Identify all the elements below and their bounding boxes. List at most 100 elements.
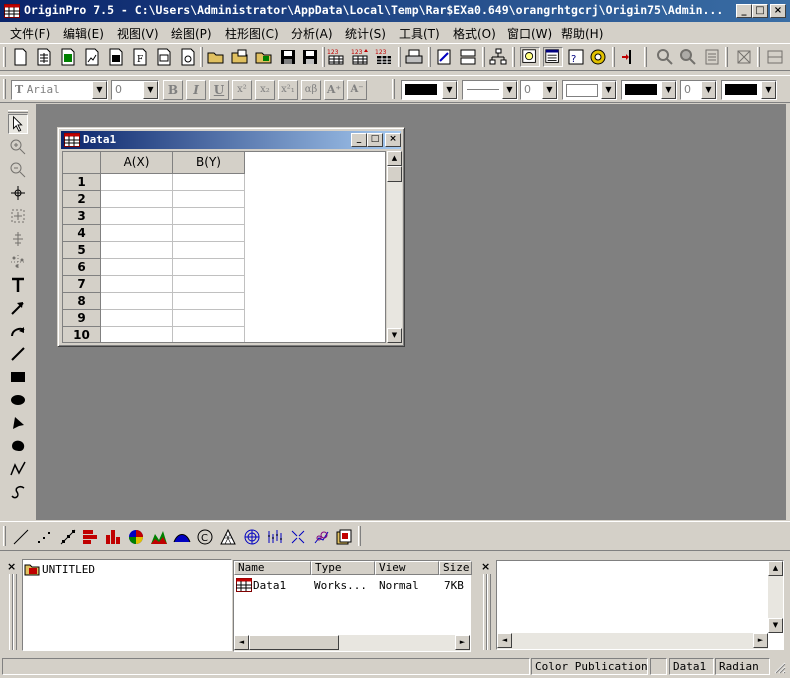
cell-b[interactable] xyxy=(173,276,245,293)
text-tool[interactable] xyxy=(8,275,28,295)
custom-routine-icon[interactable] xyxy=(588,47,608,67)
cell-b[interactable] xyxy=(173,259,245,276)
script-window-icon[interactable] xyxy=(543,47,563,67)
row-header[interactable]: 1 xyxy=(63,174,101,191)
cell-b[interactable] xyxy=(173,208,245,225)
draw-data-tool[interactable] xyxy=(8,252,28,272)
toolbar-grip[interactable] xyxy=(3,47,6,67)
toolbar-grip[interactable] xyxy=(757,47,760,67)
list-header-type[interactable]: Type xyxy=(311,561,375,575)
list-header-view[interactable]: View xyxy=(375,561,439,575)
polar-theta-icon[interactable] xyxy=(242,527,262,547)
minimize-button[interactable]: _ xyxy=(736,4,752,18)
cell-b[interactable] xyxy=(173,293,245,310)
worksheet-close-button[interactable]: × xyxy=(385,133,401,147)
refresh-icon[interactable] xyxy=(434,47,454,67)
project-file-list[interactable]: Name Type View Size Data1 Works... Norma… xyxy=(233,560,472,652)
cell-b[interactable] xyxy=(173,191,245,208)
cell-a[interactable] xyxy=(101,310,173,327)
cell-a[interactable] xyxy=(101,242,173,259)
new-notes-icon[interactable] xyxy=(178,47,198,67)
menu-window[interactable]: 窗口(W) xyxy=(507,25,552,42)
toolbar-grip[interactable] xyxy=(3,526,6,546)
bar-plot-icon[interactable] xyxy=(103,527,123,547)
scroll-down-arrow-icon[interactable]: ▼ xyxy=(768,618,783,633)
row-header[interactable]: 4 xyxy=(63,225,101,242)
line-symbol-plot-icon[interactable] xyxy=(58,527,78,547)
scroll-thumb[interactable] xyxy=(387,166,402,182)
scroll-up-arrow-icon[interactable]: ▲ xyxy=(768,561,783,576)
cell-a[interactable] xyxy=(101,327,173,342)
row-header[interactable]: 2 xyxy=(63,191,101,208)
data-selector-tool[interactable] xyxy=(8,206,28,226)
font-color-combo[interactable]: ▼ xyxy=(401,80,458,100)
data-reader-tool[interactable] xyxy=(8,229,28,249)
chevron-down-icon[interactable]: ▼ xyxy=(701,81,716,99)
row-header[interactable]: 10 xyxy=(63,327,101,342)
results-log-icon[interactable] xyxy=(520,47,540,67)
cell-a[interactable] xyxy=(101,293,173,310)
pattern-combo[interactable]: 0 ▼ xyxy=(680,80,717,100)
vector-plot-icon[interactable] xyxy=(288,527,308,547)
greek-button[interactable]: αβ xyxy=(301,80,321,100)
project-explorer-icon[interactable] xyxy=(488,47,508,67)
scroll-left-arrow-icon[interactable]: ◄ xyxy=(497,633,512,648)
folder-name[interactable]: UNTITLED xyxy=(42,563,95,576)
fill-area-icon[interactable] xyxy=(172,527,192,547)
superscript-button[interactable]: x² xyxy=(232,80,252,100)
menu-tools[interactable]: 工具(T) xyxy=(399,25,440,42)
menu-analysis[interactable]: 分析(A) xyxy=(291,25,333,42)
italic-button[interactable]: I xyxy=(186,80,206,100)
new-layout-icon[interactable] xyxy=(154,47,174,67)
cell-a[interactable] xyxy=(101,208,173,225)
toolbar-grip[interactable] xyxy=(8,110,28,113)
menu-view[interactable]: 视图(V) xyxy=(117,25,159,42)
row-header[interactable]: 7 xyxy=(63,276,101,293)
row-header[interactable]: 8 xyxy=(63,293,101,310)
zoom-out-tool[interactable] xyxy=(8,160,28,180)
scroll-up-arrow-icon[interactable]: ▲ xyxy=(387,151,402,166)
cell-a[interactable] xyxy=(101,191,173,208)
polar-plot-icon[interactable]: C xyxy=(195,527,215,547)
list-item[interactable]: Data1 Works... Normal 7KB xyxy=(234,577,470,593)
bubble-plot-icon[interactable] xyxy=(311,527,331,547)
pattern-color-combo[interactable]: ▼ xyxy=(621,80,677,100)
menu-column[interactable]: 柱形图(C) xyxy=(225,25,279,42)
template-library-icon[interactable] xyxy=(334,527,354,547)
subscript-button[interactable]: x₂ xyxy=(255,80,275,100)
decrease-font-button[interactable]: A⁻ xyxy=(347,80,367,100)
panel-grip[interactable]: × xyxy=(480,560,494,652)
column-header-b[interactable]: B(Y) xyxy=(173,152,245,174)
pointer-tool[interactable] xyxy=(8,114,28,134)
corner-header[interactable] xyxy=(63,152,101,174)
title-bar[interactable]: OriginPro 7.5 - C:\Users\Administrator\A… xyxy=(0,0,790,22)
menu-edit[interactable]: 编辑(E) xyxy=(63,25,104,42)
close-panel-icon[interactable]: × xyxy=(481,560,490,573)
import-thermo-icon[interactable]: 123 xyxy=(374,47,394,67)
new-worksheet-icon[interactable] xyxy=(34,47,54,67)
new-graph-icon[interactable] xyxy=(82,47,102,67)
row-header[interactable]: 5 xyxy=(63,242,101,259)
font-size-combo[interactable]: 0 ▼ xyxy=(111,80,159,100)
line-style-combo[interactable]: ▼ xyxy=(462,80,518,100)
line-tool[interactable] xyxy=(8,344,28,364)
fill-color-combo[interactable]: ▼ xyxy=(562,80,617,100)
cell-a[interactable] xyxy=(101,225,173,242)
save-template-icon[interactable] xyxy=(300,47,320,67)
worksheet-minimize-button[interactable]: _ xyxy=(351,133,367,147)
ternary-plot-icon[interactable] xyxy=(218,527,238,547)
duplicate-icon[interactable] xyxy=(458,47,478,67)
worksheet-vertical-scrollbar[interactable]: ▲ ▼ xyxy=(387,151,402,343)
close-panel-icon[interactable]: × xyxy=(7,560,16,573)
new-excel-icon[interactable] xyxy=(58,47,78,67)
print-icon[interactable] xyxy=(404,47,424,67)
panel-grip[interactable]: × xyxy=(6,560,20,652)
chevron-down-icon[interactable]: ▼ xyxy=(92,81,107,99)
high-low-close-icon[interactable] xyxy=(265,527,285,547)
freehand-tool[interactable] xyxy=(8,482,28,502)
menu-format[interactable]: 格式(O) xyxy=(453,25,496,42)
polyline-tool[interactable] xyxy=(8,459,28,479)
ellipse-tool[interactable] xyxy=(8,390,28,410)
open-excel-icon[interactable] xyxy=(254,47,274,67)
arrow-tool[interactable] xyxy=(8,298,28,318)
